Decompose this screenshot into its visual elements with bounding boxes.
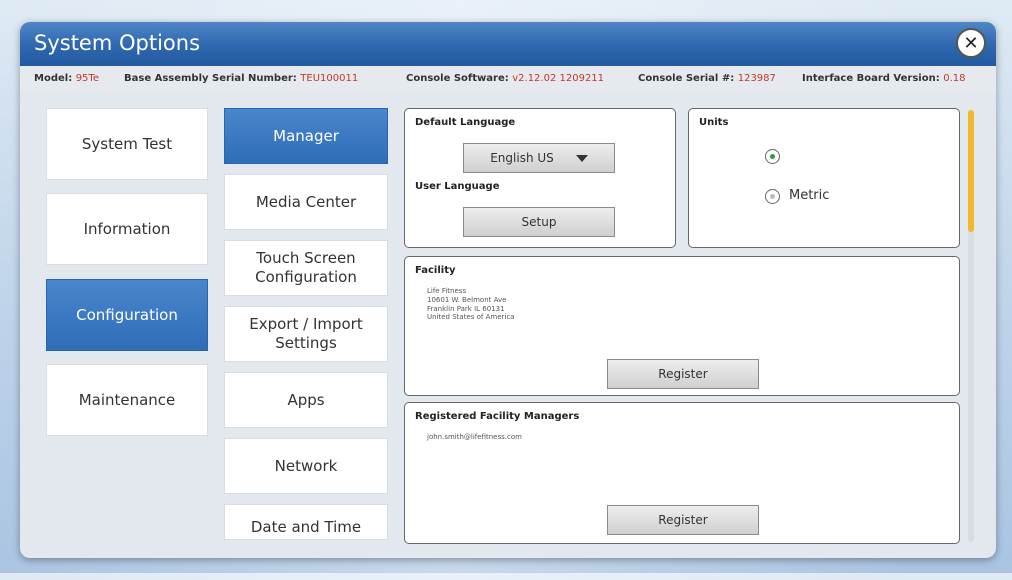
units-option-metric: Metric bbox=[789, 188, 830, 203]
manager-email: john.smith@lifefitness.com bbox=[427, 433, 522, 441]
console-software-value: v2.12.02 1209211 bbox=[512, 73, 605, 84]
sub-network[interactable]: Network bbox=[224, 438, 388, 494]
address-line-2: 10601 W. Belmont Ave bbox=[427, 295, 507, 304]
title-bar: System Options ✕ bbox=[20, 22, 996, 66]
close-icon[interactable]: ✕ bbox=[956, 28, 986, 58]
facility-label: Facility bbox=[415, 265, 456, 276]
model-info: Model: 95Te bbox=[34, 73, 99, 84]
category-configuration[interactable]: Configuration bbox=[46, 279, 208, 351]
console-serial-value: 123987 bbox=[737, 73, 776, 84]
sub-date-and-time[interactable]: Date and Time bbox=[224, 504, 388, 540]
units-label: Units bbox=[699, 117, 729, 128]
facility-register-button[interactable]: Register bbox=[607, 359, 759, 389]
managers-label: Registered Facility Managers bbox=[415, 411, 580, 422]
units-radio-selected[interactable] bbox=[765, 149, 780, 164]
setup-button[interactable]: Setup bbox=[463, 207, 615, 237]
user-language-label: User Language bbox=[415, 181, 500, 192]
base-serial-label: Base Assembly Serial Number: bbox=[124, 73, 297, 84]
console-software-label: Console Software: bbox=[406, 73, 509, 84]
window-title: System Options bbox=[34, 31, 201, 55]
sub-manager[interactable]: Manager bbox=[224, 108, 388, 164]
default-language-dropdown[interactable]: English US bbox=[463, 143, 615, 173]
units-panel: Units Metric bbox=[688, 108, 960, 248]
base-serial-info: Base Assembly Serial Number: TEU100011 bbox=[124, 73, 358, 84]
model-value: 95Te bbox=[75, 73, 99, 84]
facility-panel: Facility Life Fitness 10601 W. Belmont A… bbox=[404, 256, 960, 396]
base-serial-value: TEU100011 bbox=[300, 73, 359, 84]
sub-apps[interactable]: Apps bbox=[224, 372, 388, 428]
facility-address: Life Fitness 10601 W. Belmont Ave Frankl… bbox=[427, 287, 514, 322]
managers-register-button[interactable]: Register bbox=[607, 505, 759, 535]
console-serial-info: Console Serial #: 123987 bbox=[638, 73, 776, 84]
scrollbar-thumb[interactable] bbox=[968, 110, 974, 232]
interface-board-info: Interface Board Version: 0.18 bbox=[802, 73, 965, 84]
units-radio-metric[interactable] bbox=[765, 189, 780, 204]
sub-touch-screen-configuration[interactable]: Touch Screen Configuration bbox=[224, 240, 388, 296]
model-label: Model: bbox=[34, 73, 73, 84]
scrollbar[interactable] bbox=[968, 110, 974, 542]
interface-board-label: Interface Board Version: bbox=[802, 73, 940, 84]
managers-panel: Registered Facility Managers john.smith@… bbox=[404, 402, 960, 544]
address-line-3: Franklin Park IL 60131 bbox=[427, 304, 505, 313]
system-options-window: System Options ✕ Model: 95Te Base Assemb… bbox=[20, 22, 996, 558]
sub-export-import-settings[interactable]: Export / Import Settings bbox=[224, 306, 388, 362]
sub-media-center[interactable]: Media Center bbox=[224, 174, 388, 230]
language-panel: Default Language English US User Languag… bbox=[404, 108, 676, 248]
chevron-down-icon bbox=[575, 154, 588, 162]
address-line-1: Life Fitness bbox=[427, 287, 467, 295]
interface-board-value: 0.18 bbox=[943, 73, 966, 84]
category-information[interactable]: Information bbox=[46, 193, 208, 265]
category-system-test[interactable]: System Test bbox=[46, 108, 208, 180]
address-line-4: United States of America bbox=[427, 313, 515, 322]
console-software-info: Console Software: v2.12.02 1209211 bbox=[406, 73, 604, 84]
category-maintenance[interactable]: Maintenance bbox=[46, 364, 208, 436]
info-bar: Model: 95Te Base Assembly Serial Number:… bbox=[20, 66, 996, 92]
console-serial-label: Console Serial #: bbox=[638, 73, 735, 84]
default-language-label: Default Language bbox=[415, 117, 516, 128]
default-language-value: English US bbox=[490, 151, 554, 165]
